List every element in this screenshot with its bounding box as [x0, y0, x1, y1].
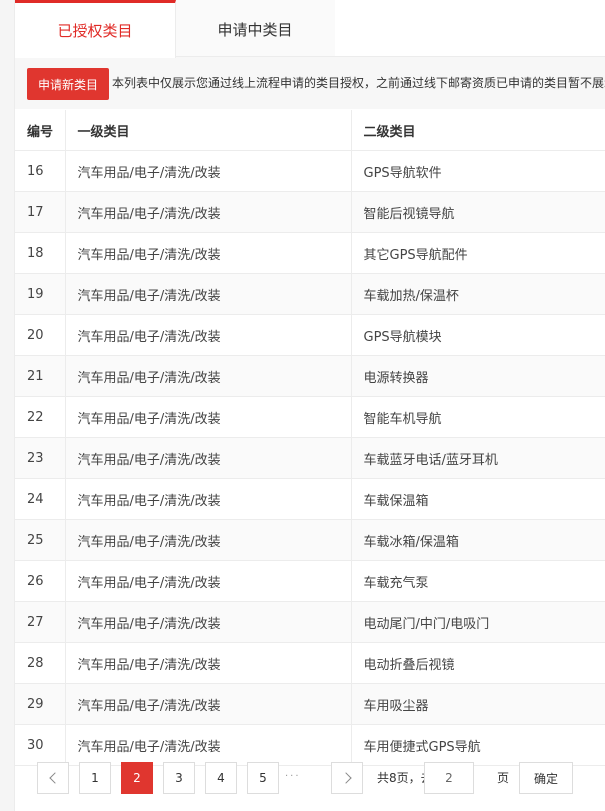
cell-id: 22	[15, 396, 66, 438]
cell-level2: 车载充气泵	[351, 560, 605, 602]
table-row: 28 汽车用品/电子/清洗/改装 电动折叠后视镜	[15, 642, 605, 684]
table-row: 25 汽车用品/电子/清洗/改装 车载冰箱/保温箱	[15, 519, 605, 561]
pagination-ellipsis: ···	[285, 771, 301, 782]
cell-level1: 汽车用品/电子/清洗/改装	[65, 232, 352, 274]
cell-level1: 汽车用品/电子/清洗/改装	[65, 601, 352, 643]
notice-text: 本列表中仅展示您通过线上流程申请的类目授权，之前通过线下邮寄资质已申请的类目暂不…	[112, 76, 605, 90]
category-table: 编号 一级类目 二级类目 16 汽车用品/电子/清洗/改装 GPS导航软件 17 汽车用…	[15, 110, 605, 766]
cell-level1: 汽车用品/电子/清洗/改装	[65, 396, 352, 438]
apply-new-category-button[interactable]: 申请新类目	[27, 68, 109, 100]
cell-id: 24	[15, 478, 66, 520]
cell-level2: GPS导航模块	[351, 314, 605, 356]
header-id: 编号	[15, 110, 66, 151]
cell-level2: 其它GPS导航配件	[351, 232, 605, 274]
cell-id: 27	[15, 601, 66, 643]
table-row: 26 汽车用品/电子/清洗/改装 车载充气泵	[15, 560, 605, 602]
cell-level1: 汽车用品/电子/清洗/改装	[65, 642, 352, 684]
cell-id: 29	[15, 683, 66, 725]
tab-authorized-categories[interactable]: 已授权类目	[15, 0, 176, 58]
table-row: 19 汽车用品/电子/清洗/改装 车载加热/保温杯	[15, 273, 605, 315]
cell-level1: 汽车用品/电子/清洗/改装	[65, 273, 352, 315]
cell-level1: 汽车用品/电子/清洗/改装	[65, 314, 352, 356]
page-4-button[interactable]: 4	[205, 762, 237, 794]
cell-level2: 智能后视镜导航	[351, 191, 605, 233]
table-row: 16 汽车用品/电子/清洗/改装 GPS导航软件	[15, 150, 605, 192]
page-5-button[interactable]: 5	[247, 762, 279, 794]
table-row: 30 汽车用品/电子/清洗/改装 车用便捷式GPS导航	[15, 724, 605, 766]
category-panel: 已授权类目 申请中类目 申请新类目 本列表中仅展示您通过线上流程申请的类目授权，…	[14, 0, 605, 811]
cell-id: 30	[15, 724, 66, 766]
table-row: 20 汽车用品/电子/清洗/改装 GPS导航模块	[15, 314, 605, 356]
cell-level1: 汽车用品/电子/清洗/改装	[65, 437, 352, 479]
cell-id: 23	[15, 437, 66, 479]
cell-id: 28	[15, 642, 66, 684]
cell-id: 19	[15, 273, 66, 315]
table-row: 21 汽车用品/电子/清洗/改装 电源转换器	[15, 355, 605, 397]
table-row: 23 汽车用品/电子/清洗/改装 车载蓝牙电话/蓝牙耳机	[15, 437, 605, 479]
cell-level1: 汽车用品/电子/清洗/改装	[65, 150, 352, 192]
cell-level1: 汽车用品/电子/清洗/改装	[65, 191, 352, 233]
chevron-right-icon[interactable]	[331, 762, 363, 794]
cell-level1: 汽车用品/电子/清洗/改装	[65, 560, 352, 602]
cell-id: 25	[15, 519, 66, 561]
cell-level2: 智能车机导航	[351, 396, 605, 438]
header-level1: 一级类目	[65, 110, 352, 151]
table-body: 16 汽车用品/电子/清洗/改装 GPS导航软件 17 汽车用品/电子/清洗/改装 智能后…	[15, 150, 605, 766]
cell-level2: 车载保温箱	[351, 478, 605, 520]
cell-id: 21	[15, 355, 66, 397]
cell-level2: 车用吸尘器	[351, 683, 605, 725]
table-row: 29 汽车用品/电子/清洗/改装 车用吸尘器	[15, 683, 605, 725]
cell-level2: 车载蓝牙电话/蓝牙耳机	[351, 437, 605, 479]
cell-level1: 汽车用品/电子/清洗/改装	[65, 724, 352, 766]
table-row: 17 汽车用品/电子/清洗/改装 智能后视镜导航	[15, 191, 605, 233]
toolbar: 申请新类目 本列表中仅展示您通过线上流程申请的类目授权，之前通过线下邮寄资质已申…	[15, 57, 605, 109]
table-header-row: 编号 一级类目 二级类目	[15, 110, 605, 151]
page-3-button[interactable]: 3	[163, 762, 195, 794]
table-row: 24 汽车用品/电子/清洗/改装 车载保温箱	[15, 478, 605, 520]
header-level2: 二级类目	[351, 110, 605, 151]
chevron-left-icon[interactable]	[37, 762, 69, 794]
table-row: 18 汽车用品/电子/清洗/改装 其它GPS导航配件	[15, 232, 605, 274]
cell-id: 26	[15, 560, 66, 602]
cell-id: 16	[15, 150, 66, 192]
tab-bar: 已授权类目 申请中类目	[15, 0, 605, 58]
cell-level1: 汽车用品/电子/清洗/改装	[65, 683, 352, 725]
tab-pending-categories[interactable]: 申请中类目	[175, 0, 335, 56]
cell-level2: 电源转换器	[351, 355, 605, 397]
table-row: 22 汽车用品/电子/清洗/改装 智能车机导航	[15, 396, 605, 438]
cell-level2: 车用便捷式GPS导航	[351, 724, 605, 766]
page-unit-label: 页	[497, 771, 510, 785]
table-row: 27 汽车用品/电子/清洗/改装 电动尾门/中门/电吸门	[15, 601, 605, 643]
cell-level1: 汽车用品/电子/清洗/改装	[65, 519, 352, 561]
cell-level2: 电动折叠后视镜	[351, 642, 605, 684]
confirm-button[interactable]: 确定	[519, 762, 573, 794]
cell-id: 20	[15, 314, 66, 356]
cell-level2: 电动尾门/中门/电吸门	[351, 601, 605, 643]
cell-level2: 车载加热/保温杯	[351, 273, 605, 315]
goto-page-input[interactable]	[424, 762, 474, 794]
page-2-button[interactable]: 2	[121, 762, 153, 794]
cell-level1: 汽车用品/电子/清洗/改装	[65, 355, 352, 397]
page-1-button[interactable]: 1	[79, 762, 111, 794]
cell-level2: 车载冰箱/保温箱	[351, 519, 605, 561]
cell-id: 17	[15, 191, 66, 233]
cell-level2: GPS导航软件	[351, 150, 605, 192]
cell-id: 18	[15, 232, 66, 274]
cell-level1: 汽车用品/电子/清洗/改装	[65, 478, 352, 520]
